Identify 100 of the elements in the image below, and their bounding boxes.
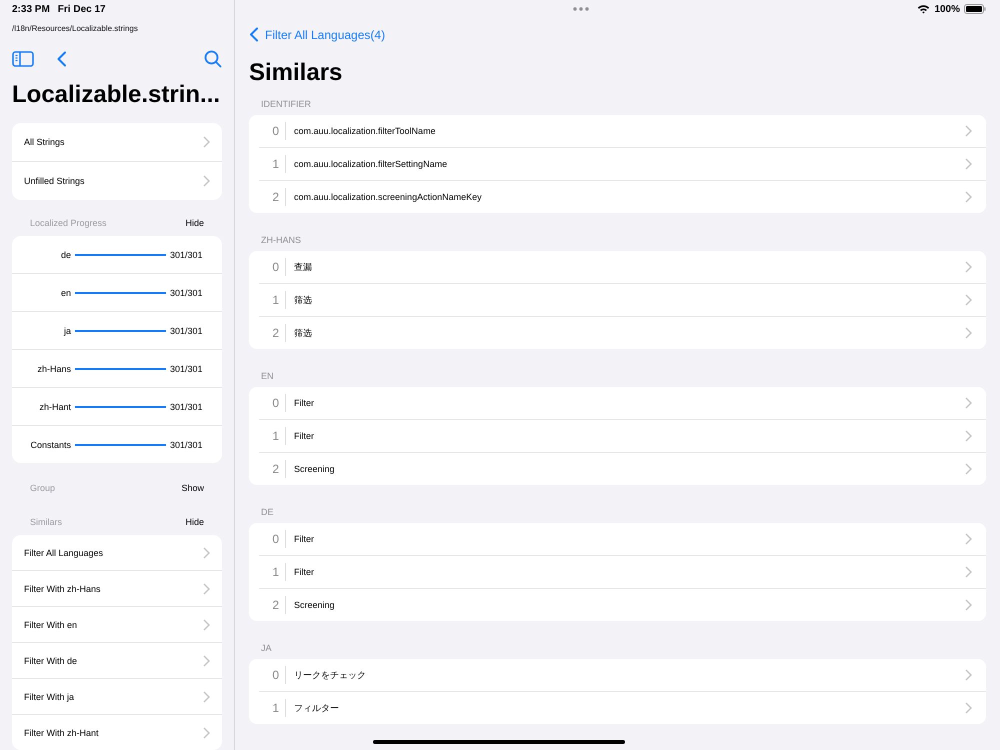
search-icon[interactable] (204, 50, 222, 68)
progress-count: 301/301 (170, 326, 204, 336)
chevron-icon (965, 599, 972, 611)
chevron-icon (965, 125, 972, 137)
language-label: Constants (29, 440, 71, 450)
chevron-icon (203, 618, 210, 630)
section-header: DE (260, 507, 275, 517)
filter-item[interactable]: Filter With en (12, 607, 222, 643)
filter-item[interactable]: Filter All Languages (12, 535, 222, 571)
list-row[interactable]: 2 com.auu.localization.screeningActionNameKey (259, 181, 986, 213)
sidebar-icon[interactable] (12, 51, 34, 67)
row-index: 0 (271, 668, 279, 682)
language-label: en (60, 288, 71, 298)
wifi-icon (917, 4, 930, 14)
chevron-icon (965, 158, 972, 170)
nav-item[interactable]: Unfilled Strings (12, 162, 222, 200)
list-row[interactable]: 0 リークをチェック (259, 659, 986, 692)
row-index: 1 (271, 157, 279, 171)
section-header: Group (30, 483, 56, 493)
section-header: ZH-HANS (260, 235, 302, 245)
list-row[interactable]: 2 Screening (259, 589, 986, 621)
nav-item[interactable]: All Strings (12, 123, 222, 162)
row-index: 0 (271, 532, 279, 546)
row-index: 1 (271, 293, 279, 307)
language-label: zh-Hant (38, 402, 71, 412)
chevron-icon (965, 191, 972, 203)
progress-count: 301/301 (170, 402, 204, 412)
progress-count: 301/301 (170, 364, 204, 374)
back-icon (249, 27, 259, 42)
language-label: de (60, 250, 71, 260)
row-index: 1 (271, 565, 279, 579)
row-index: 2 (271, 462, 279, 476)
back-icon[interactable] (56, 51, 67, 67)
filter-item[interactable]: Filter With ja (12, 679, 222, 715)
list-row[interactable]: 1 フィルター (259, 692, 986, 724)
row-text: Screening (294, 464, 336, 474)
list-row[interactable]: 1 com.auu.localization.filterSettingName (259, 148, 986, 181)
chevron-icon (965, 669, 972, 681)
list-row[interactable]: 0 com.auu.localization.filterToolName (259, 115, 986, 148)
section-header: Similars (30, 517, 62, 527)
row-index: 1 (271, 701, 279, 715)
row-text: Filter (294, 534, 315, 544)
filter-item[interactable]: Filter With de (12, 643, 222, 679)
chevron-icon (965, 261, 972, 273)
chevron-icon (965, 566, 972, 578)
list-row[interactable]: 0 Filter (259, 387, 986, 420)
chevron-icon (203, 654, 210, 666)
list-row[interactable]: 1 筛选 (259, 284, 986, 317)
list-row[interactable]: 0 Filter (259, 523, 986, 556)
file-path: /l18n/Resources/Localizable.strings (12, 24, 139, 33)
row-text: Filter (294, 431, 315, 441)
hide-button[interactable]: Hide (185, 218, 204, 228)
row-text: 筛选 (294, 326, 313, 340)
filter-item[interactable]: Filter With zh-Hans (12, 571, 222, 607)
status-date: Fri Dec 17 (58, 4, 106, 14)
row-text: Screening (294, 600, 336, 610)
show-button[interactable]: Show (181, 483, 204, 493)
filter-item[interactable]: Filter With zh-Hant (12, 715, 222, 750)
section-header: JA (260, 643, 273, 653)
row-text: 查漏 (294, 260, 313, 274)
chevron-icon (965, 463, 972, 475)
hide-button[interactable]: Hide (185, 517, 204, 527)
chevron-icon (965, 533, 972, 545)
row-text: Filter (294, 567, 315, 577)
list-row[interactable]: 1 Filter (259, 420, 986, 453)
row-text: Filter (294, 398, 315, 408)
page-title: Similars (249, 59, 344, 87)
list-row[interactable]: 2 筛选 (259, 317, 986, 349)
row-text: com.auu.localization.filterToolName (294, 126, 437, 136)
chevron-icon (965, 702, 972, 714)
row-text: com.auu.localization.filterSettingName (294, 159, 448, 169)
chevron-icon (965, 327, 972, 339)
row-index: 0 (271, 396, 279, 410)
row-index: 1 (271, 429, 279, 443)
row-index: 2 (271, 598, 279, 612)
row-text: com.auu.localization.screeningActionNameKey (294, 192, 483, 202)
progress-count: 301/301 (170, 250, 204, 260)
battery-percent: 100% (934, 4, 960, 14)
section-header: Localized Progress (30, 218, 107, 228)
chevron-icon (203, 726, 210, 738)
progress-count: 301/301 (170, 440, 204, 450)
language-label: zh-Hans (36, 364, 71, 374)
chevron-icon (203, 175, 210, 187)
row-index: 2 (271, 190, 279, 204)
list-row[interactable]: 1 Filter (259, 556, 986, 589)
chevron-icon (203, 690, 210, 702)
chevron-icon (965, 430, 972, 442)
chevron-icon (965, 294, 972, 306)
status-time: 2:33 PM (12, 4, 50, 14)
chevron-icon (203, 136, 210, 148)
row-index: 0 (271, 260, 279, 274)
chevron-icon (965, 397, 972, 409)
list-row[interactable]: 0 查漏 (259, 251, 986, 284)
battery-icon (964, 4, 986, 14)
list-row[interactable]: 2 Screening (259, 453, 986, 485)
back-button[interactable]: Filter All Languages(4) (249, 27, 386, 42)
row-text: 筛选 (294, 294, 313, 306)
multitasking-dots-icon[interactable] (573, 7, 590, 11)
chevron-icon (203, 582, 210, 594)
language-label: ja (62, 326, 71, 336)
